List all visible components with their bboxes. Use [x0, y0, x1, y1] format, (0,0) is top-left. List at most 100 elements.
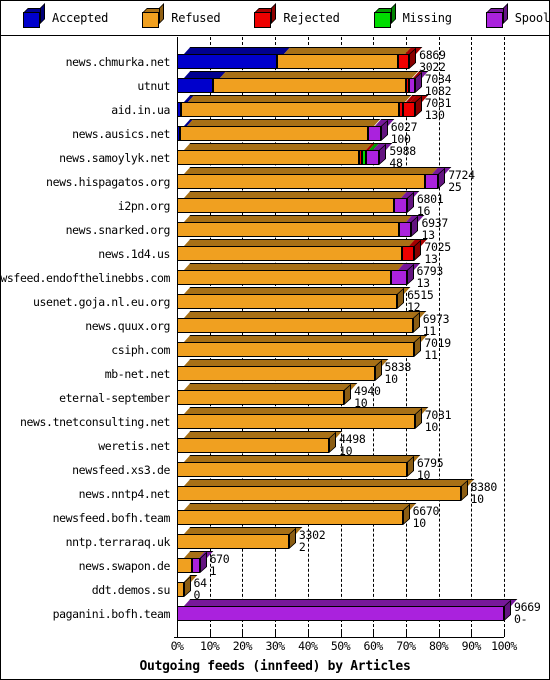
bar-segment-top [184, 527, 303, 534]
x-axis-tick-label: 70% [396, 639, 416, 653]
y-axis-label: nntp.terraraq.uk [65, 535, 171, 549]
bar-segment-top [184, 191, 408, 198]
x-axis-tick-label: 40% [298, 639, 318, 653]
x-axis-tick-mark [471, 632, 473, 637]
bar-segment-spooled[interactable] [367, 126, 381, 141]
bar-segment-accepted[interactable] [177, 54, 277, 69]
bar-segment-refused[interactable] [177, 534, 289, 549]
bar-segment-refused[interactable] [177, 342, 415, 357]
bar-segment-refused[interactable] [177, 582, 184, 597]
y-axis-label: newsfeed.bofh.team [52, 511, 171, 525]
x-axis-tick-mark [307, 632, 309, 637]
x-axis-tick-label: 30% [265, 639, 285, 653]
plot-area: news.chmurka.net utnut aid.in.ua news.ausic… [1, 37, 549, 679]
legend-item-refused: Refused [142, 3, 221, 28]
bar-segment-refused[interactable] [177, 270, 391, 285]
chart-legend: Accepted Refused Rejected Missing Spooled [1, 1, 549, 36]
bar-row: 7031 130 [174, 95, 549, 122]
y-axis-label: paganini.bofh.team [52, 607, 171, 621]
x-axis-tick-mark [242, 632, 244, 637]
bar-row: 9669 0- [174, 599, 549, 626]
bar-row: 6801 16 [174, 191, 549, 218]
x-axis-tick-mark [275, 632, 277, 637]
y-axis-label: news.chmurka.net [65, 55, 171, 69]
bar-segment-spooled[interactable] [408, 78, 415, 93]
bar-segment-spooled[interactable] [399, 222, 412, 237]
bar-segment-refused[interactable] [177, 222, 400, 237]
x-axis-tick-mark [373, 632, 375, 637]
bar-segment-side [411, 215, 419, 237]
y-axis-label: newsfeed.endofthelinebbs.com [0, 271, 170, 285]
bar-segment-refused[interactable] [213, 78, 406, 93]
bar-segment-top [184, 167, 439, 174]
bar-row: 6793 13 [174, 263, 549, 290]
bar-segment-refused[interactable] [177, 414, 415, 429]
bar-row: 5838 10 [174, 359, 549, 386]
y-axis-label: news.samoylyk.net [59, 151, 170, 165]
bar-segment-spooled[interactable] [390, 270, 407, 285]
bar-segment-top [184, 263, 404, 270]
bar-segment-refused[interactable] [180, 126, 368, 141]
bar-segment-spooled[interactable] [366, 150, 380, 165]
legend-item-label: Refused [171, 11, 221, 25]
bar-segment-refused[interactable] [177, 462, 407, 477]
bar-segment-side [379, 143, 387, 165]
bar-segment-refused[interactable] [177, 246, 402, 261]
bar-segment-refused[interactable] [181, 102, 399, 117]
x-axis-tick-label: 20% [232, 639, 253, 653]
x-axis-tick-mark [209, 632, 211, 637]
bar-row: 7031 10 [174, 407, 549, 434]
bar-segment-refused[interactable] [177, 318, 413, 333]
legend-item-label: Rejected [283, 11, 340, 25]
bar-row: 7724 25 [174, 167, 549, 194]
bar-segment-refused[interactable] [177, 438, 330, 453]
bar-segment-refused[interactable] [177, 390, 345, 405]
bar-segment-refused[interactable] [177, 366, 375, 381]
x-axis-tick-label: 50% [330, 639, 351, 653]
bar-segment-top [184, 287, 411, 294]
bar-segment-accepted[interactable] [177, 78, 214, 93]
bar-segment-refused[interactable] [177, 294, 398, 309]
y-axis-label: mb-net.net [104, 367, 171, 381]
bar-segment-refused[interactable] [177, 174, 426, 189]
x-axis-tick-label: 80% [428, 639, 449, 653]
bar-segment-refused[interactable] [177, 198, 395, 213]
y-axis-label: news.1d4.us [98, 247, 170, 261]
bar-segment-spooled[interactable] [177, 606, 504, 621]
y-axis-label: aid.in.ua [111, 103, 170, 117]
bar-segment-spooled[interactable] [394, 198, 407, 213]
bar-segment-top [184, 143, 373, 150]
bar-row: 64 0 [174, 575, 549, 602]
x-axis-tick-label: 100% [491, 639, 517, 653]
bar-segment-refused[interactable] [177, 486, 461, 501]
bar-segment-refused[interactable] [177, 510, 403, 525]
bar-segment-rejected[interactable] [401, 246, 415, 261]
bar-row: 6515 12 [174, 287, 549, 314]
bar-segment-top [184, 503, 416, 510]
bar-segment-spooled[interactable] [425, 174, 439, 189]
bar-segment-top [184, 311, 427, 318]
bar-segment-top [184, 215, 413, 222]
bar-segment-spooled[interactable] [192, 558, 200, 573]
bar-segment-side [414, 335, 422, 357]
y-axis-label: utnut [137, 79, 170, 93]
bar-row: 7034 1082 [174, 71, 549, 98]
bar-segment-top [283, 47, 412, 54]
bar-row: 6937 13 [174, 215, 549, 242]
legend-item-missing: Missing [373, 3, 452, 28]
bar-segment-refused[interactable] [177, 150, 360, 165]
x-axis-tick-label: 60% [363, 639, 384, 653]
bar-segment-top [184, 335, 428, 342]
bar-segment-rejected[interactable] [397, 54, 410, 69]
x-axis-tick-label: 90% [461, 639, 482, 653]
y-axis-label: usenet.goja.nl.eu.org [33, 295, 170, 309]
bar-segment-rejected[interactable] [402, 102, 415, 117]
bar-segment-refused[interactable] [276, 54, 398, 69]
y-axis-label: csiph.com [111, 343, 170, 357]
y-axis-label: news.hispagatos.org [46, 175, 170, 189]
y-axis-label: newsfeed.xs3.de [72, 463, 170, 477]
y-axis-label: i2pn.org [117, 199, 171, 213]
x-axis-tick-label: 10% [200, 639, 220, 653]
bar-segment-refused[interactable] [177, 558, 193, 573]
cube-icon [373, 3, 396, 28]
